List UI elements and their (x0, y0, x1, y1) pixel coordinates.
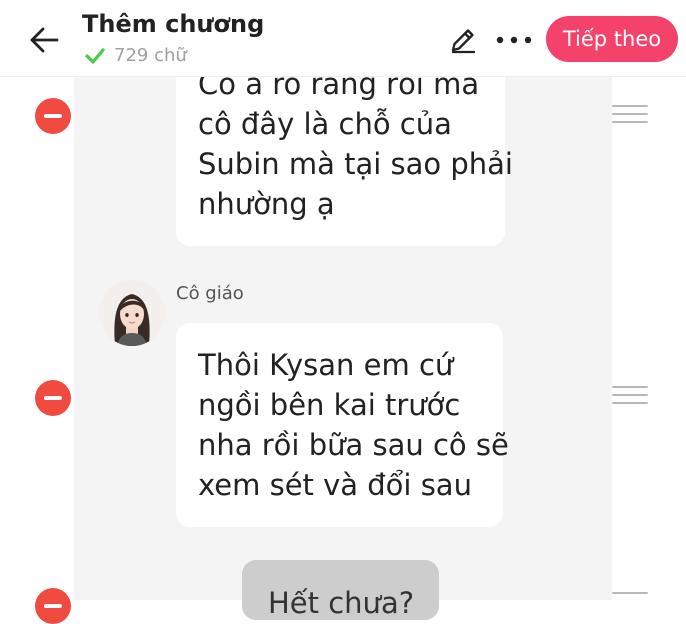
message-bubble[interactable]: Thôi Kysan em cứ ngồi bên kai trước nha … (176, 323, 509, 527)
more-options-button[interactable] (494, 28, 534, 52)
message-line: ngồi bên kai trước (198, 388, 461, 422)
message-line: Subin mà tại sao phải (198, 147, 513, 181)
edit-button[interactable] (448, 25, 478, 55)
next-button[interactable]: Tiếp theo (546, 16, 678, 62)
drag-handle-icon[interactable] (612, 592, 650, 612)
message-line: xem sét và đổi sau (198, 468, 472, 502)
page-title: Thêm chương (82, 10, 265, 38)
remove-icon[interactable] (35, 380, 71, 416)
drag-handle-icon[interactable] (612, 386, 650, 406)
message-bubble[interactable]: Cô à rõ ràng rồi mà cô đây là chỗ của Su… (176, 52, 513, 246)
remove-icon[interactable] (35, 588, 71, 624)
pencil-icon (451, 29, 476, 54)
message-line: nhường ạ (198, 187, 335, 221)
check-icon (85, 48, 105, 64)
back-arrow-icon (30, 27, 59, 53)
word-count: 729 chữ (114, 45, 187, 66)
remove-icon[interactable] (35, 98, 71, 134)
back-button[interactable] (26, 22, 62, 58)
avatar[interactable] (99, 280, 165, 346)
drag-handle-icon[interactable] (612, 105, 650, 125)
message-line: Thôi Kysan em cứ (198, 348, 454, 382)
sender-name: Cô giáo (176, 283, 244, 304)
message-line: cô đây là chỗ của (198, 107, 452, 141)
more-dots-icon (496, 36, 532, 44)
message-line: Hết chưa? (268, 586, 415, 620)
message-bubble-own[interactable]: Hết chưa? (242, 560, 439, 620)
top-bar: Thêm chương 729 chữ Tiếp theo (0, 0, 686, 77)
message-line: nha rồi bữa sau cô sẽ (198, 428, 509, 462)
